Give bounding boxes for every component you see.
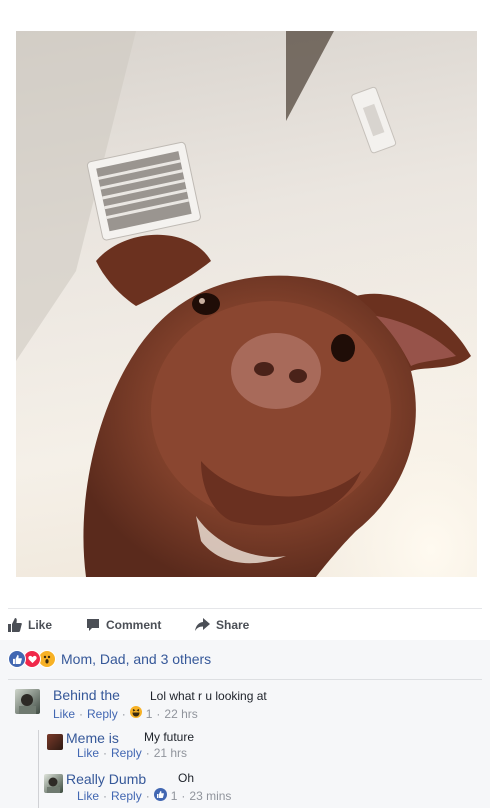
comment-time[interactable]: 22 hrs: [164, 707, 197, 721]
comment-reply-link[interactable]: Reply: [87, 707, 118, 721]
share-label: Share: [216, 618, 250, 632]
reactions-summary[interactable]: Mom, Dad, and 3 others: [8, 650, 211, 668]
reply-time[interactable]: 23 mins: [189, 789, 231, 803]
comment-bubble-icon: [86, 618, 100, 632]
reply-author[interactable]: Really Dumb: [66, 771, 146, 787]
reply-author[interactable]: Meme is: [66, 730, 119, 746]
share-arrow-icon: [195, 618, 210, 632]
comment-meta: Like · Reply · 1 · 22 hrs: [53, 706, 198, 721]
share-button[interactable]: Share: [195, 609, 249, 641]
reply-text: Oh: [178, 771, 195, 785]
reply-meta: Like · Reply · 21 hrs: [77, 746, 188, 760]
reply-reaction-count[interactable]: 1: [171, 789, 178, 803]
comment-button[interactable]: Comment: [86, 609, 161, 641]
reactions-names[interactable]: Mom, Dad, and 3 others: [61, 651, 211, 667]
avatar[interactable]: [44, 774, 63, 793]
reply-reply-link[interactable]: Reply: [111, 746, 142, 760]
reply-thread-line: [38, 730, 39, 808]
reply-meta: Like · Reply · 1 · 23 mins: [77, 788, 232, 804]
comment-label: Comment: [106, 618, 162, 632]
comment-reaction-count[interactable]: 1: [146, 707, 153, 721]
post-photo[interactable]: [16, 31, 477, 577]
like-label: Like: [28, 618, 53, 632]
like-reaction-icon: [153, 788, 167, 804]
like-reaction-icon: [8, 650, 26, 668]
dog-photo-illustration: [16, 31, 477, 577]
post-action-bar: Like Comment Share: [8, 608, 482, 642]
reply-reply-link[interactable]: Reply: [111, 789, 142, 803]
comment-like-link[interactable]: Like: [53, 707, 75, 721]
reply-like-link[interactable]: Like: [77, 746, 99, 760]
comment-text: Lol what r u looking at: [150, 689, 267, 703]
like-button[interactable]: Like: [8, 609, 52, 641]
reply-time[interactable]: 21 hrs: [154, 746, 187, 760]
comment-author[interactable]: Behind the: [53, 687, 120, 703]
avatar[interactable]: [15, 689, 40, 714]
haha-reaction-icon: [129, 706, 142, 721]
reply-like-link[interactable]: Like: [77, 789, 99, 803]
reply-text: My future: [144, 730, 195, 744]
panel-divider: [8, 679, 482, 680]
avatar[interactable]: [47, 734, 63, 750]
thumbs-up-icon: [8, 618, 22, 632]
